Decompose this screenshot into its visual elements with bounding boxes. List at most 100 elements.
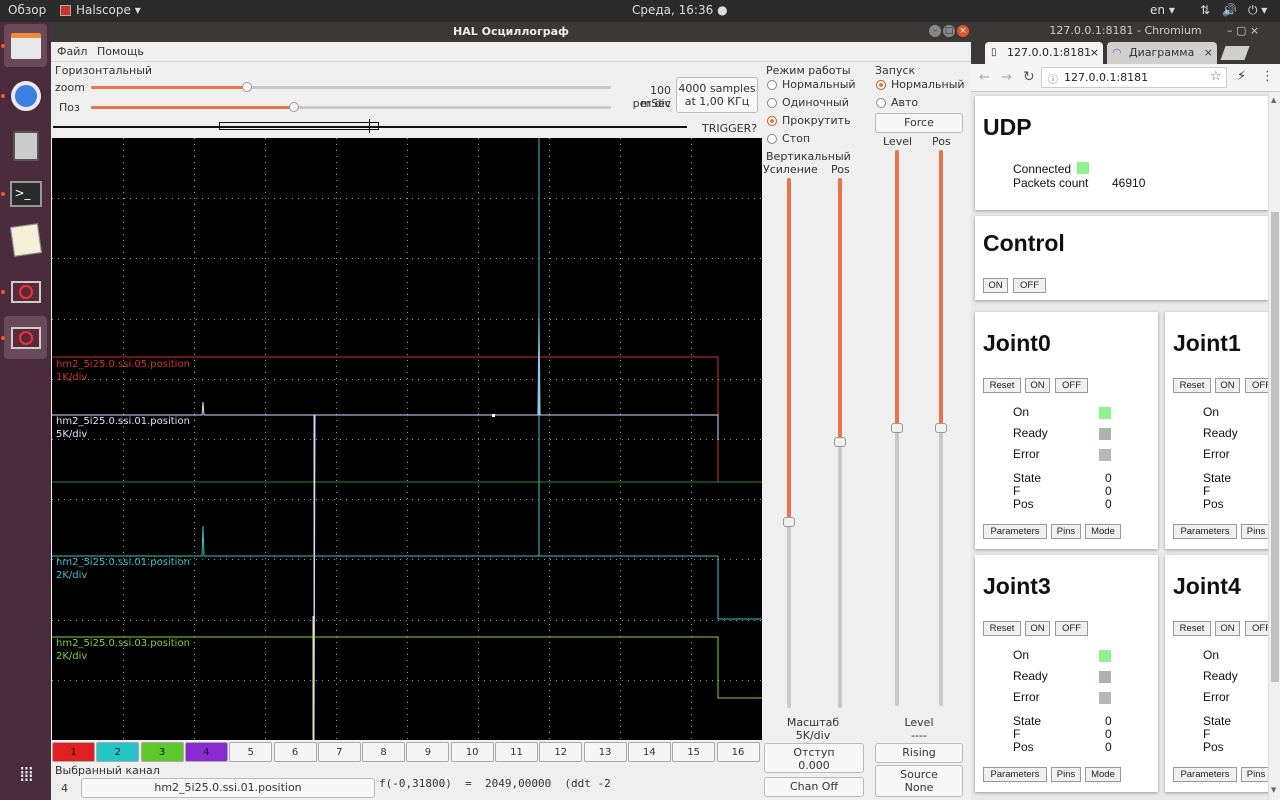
mode-single-label[interactable]: Одиночный <box>782 96 849 109</box>
run-normal-label[interactable]: Нормальный <box>891 78 965 91</box>
language-indicator[interactable]: en ▾ <box>1150 3 1175 17</box>
channel-button-1[interactable]: 1 <box>52 742 95 762</box>
channel-button-12[interactable]: 12 <box>539 742 583 762</box>
bookmark-star-icon[interactable]: ☆ <box>1210 69 1222 84</box>
blocked-app-icon[interactable] <box>4 270 47 313</box>
run-auto-radio[interactable] <box>876 98 886 108</box>
joint-off-button[interactable]: OFF <box>1245 378 1268 393</box>
joint-pins-button[interactable]: Pins <box>1051 767 1081 782</box>
channel-button-15[interactable]: 15 <box>672 742 716 762</box>
address-bar[interactable]: ⓘ 127.0.0.1:8181 ☆ <box>1041 67 1227 88</box>
menu-dots-icon[interactable]: ⋮ <box>1261 69 1274 84</box>
joint-parameters-button[interactable]: Parameters <box>1173 767 1237 782</box>
minimize-icon[interactable]: – <box>929 25 941 37</box>
menu-file[interactable]: Файл <box>57 45 87 58</box>
forward-icon[interactable]: → <box>1001 70 1012 85</box>
back-icon[interactable]: ← <box>979 70 990 85</box>
mode-roll-label[interactable]: Прокрутить <box>782 114 851 127</box>
network-icon[interactable]: ⇅ <box>1200 3 1210 17</box>
calculator-icon[interactable] <box>4 124 47 167</box>
chromium-icon[interactable] <box>4 74 47 117</box>
joint-reset-button[interactable]: Reset <box>1173 378 1211 393</box>
edge-button[interactable]: Rising <box>875 743 963 763</box>
joint-reset-button[interactable]: Reset <box>1173 621 1211 636</box>
mode-stop-radio[interactable] <box>767 134 777 144</box>
scope-display[interactable]: hm2_5i25.0.ssi.05.position 1K/div hm2_5i… <box>52 138 762 741</box>
chan-off-button[interactable]: Chan Off <box>764 777 864 797</box>
joint-parameters-button[interactable]: Parameters <box>1173 524 1237 539</box>
channel-button-16[interactable]: 16 <box>716 742 760 762</box>
browser-window-controls[interactable]: – ▢ × <box>1227 24 1259 37</box>
power-icon[interactable]: ⏻ ▾ <box>1248 3 1267 18</box>
new-tab-button[interactable] <box>1220 46 1250 60</box>
joint-mode-button[interactable]: Mode <box>1085 767 1121 782</box>
joint-pins-button[interactable]: Pins <box>1241 524 1268 539</box>
channel-button-4[interactable]: 4 <box>184 742 228 762</box>
joint-off-button[interactable]: OFF <box>1055 378 1088 393</box>
record-window-marker[interactable] <box>219 122 379 130</box>
source-button[interactable]: Source None <box>875 765 963 797</box>
channel-button-5[interactable]: 5 <box>229 742 273 762</box>
mode-stop-label[interactable]: Стоп <box>782 132 810 145</box>
files-icon[interactable] <box>4 24 47 67</box>
joint-pins-button[interactable]: Pins <box>1241 767 1268 782</box>
joint-pins-button[interactable]: Pins <box>1051 524 1081 539</box>
maximize-icon[interactable]: □ <box>943 25 955 37</box>
tab-diagram[interactable]: Диаграмма ◠ × <box>1107 42 1217 64</box>
joint-on-button[interactable]: ON <box>1215 621 1240 636</box>
channel-button-2[interactable]: 2 <box>96 742 140 762</box>
mode-normal-label[interactable]: Нормальный <box>782 78 856 91</box>
offset-button[interactable]: Отступ 0.000 <box>764 743 864 773</box>
trigger-pos-knob[interactable] <box>935 423 947 433</box>
vertical-scrollbar[interactable]: ▲ ▼ <box>1268 92 1280 800</box>
extension-icon[interactable]: ⚡ <box>1237 69 1246 84</box>
overview-button[interactable]: Обзор <box>8 3 46 17</box>
channel-button-14[interactable]: 14 <box>627 742 671 762</box>
joint-on-button[interactable]: ON <box>1025 621 1050 636</box>
joint-parameters-button[interactable]: Parameters <box>983 767 1047 782</box>
halscope-launcher-icon[interactable] <box>4 316 47 359</box>
selected-channel-name-button[interactable]: hm2_5i25.0.ssi.01.position <box>81 778 375 798</box>
samples-button[interactable]: 4000 samples at 1,00 КГц <box>676 77 758 113</box>
control-on-button[interactable]: ON <box>983 278 1008 293</box>
gain-slider-knob[interactable] <box>783 517 795 527</box>
reload-icon[interactable]: ↻ <box>1023 69 1035 85</box>
scrollbar-thumb[interactable] <box>1271 212 1279 682</box>
menu-help[interactable]: Помощь <box>97 45 144 58</box>
joint-mode-button[interactable]: Mode <box>1085 524 1121 539</box>
joint-on-button[interactable]: ON <box>1025 378 1050 393</box>
control-off-button[interactable]: OFF <box>1013 278 1046 293</box>
channel-button-7[interactable]: 7 <box>317 742 361 762</box>
show-apps-icon[interactable]: ⁞⁞⁞ <box>4 752 47 795</box>
mode-roll-radio[interactable] <box>767 116 777 126</box>
channel-button-10[interactable]: 10 <box>450 742 494 762</box>
channel-button-3[interactable]: 3 <box>140 742 184 762</box>
joint-on-button[interactable]: ON <box>1215 378 1240 393</box>
channel-button-6[interactable]: 6 <box>273 742 317 762</box>
zoom-slider-knob[interactable] <box>242 82 252 92</box>
tab-local[interactable]: 127.0.0.1:8181 ▯ × <box>985 42 1103 64</box>
vpos-slider-knob[interactable] <box>834 437 846 447</box>
run-normal-radio[interactable] <box>876 80 886 90</box>
joint-off-button[interactable]: OFF <box>1245 621 1268 636</box>
clock[interactable]: Среда, 16:36 ● <box>632 3 728 17</box>
mode-normal-radio[interactable] <box>767 80 777 90</box>
text-editor-icon[interactable] <box>4 218 47 261</box>
close-icon[interactable]: × <box>957 25 969 37</box>
channel-button-9[interactable]: 9 <box>406 742 450 762</box>
joint-reset-button[interactable]: Reset <box>983 378 1021 393</box>
terminal-icon[interactable]: >_ <box>4 172 47 215</box>
channel-button-13[interactable]: 13 <box>583 742 627 762</box>
mode-single-radio[interactable] <box>767 98 777 108</box>
joint-reset-button[interactable]: Reset <box>983 621 1021 636</box>
app-menu[interactable]: Halscope ▾ <box>76 3 141 17</box>
channel-button-11[interactable]: 11 <box>495 742 538 762</box>
volume-icon[interactable]: 🔊 <box>1222 3 1237 17</box>
trigger-level-knob[interactable] <box>891 423 903 433</box>
joint-parameters-button[interactable]: Parameters <box>983 524 1047 539</box>
run-auto-label[interactable]: Авто <box>891 96 918 109</box>
pos-slider-knob[interactable] <box>288 102 299 112</box>
channel-button-8[interactable]: 8 <box>362 742 406 762</box>
joint-off-button[interactable]: OFF <box>1055 621 1088 636</box>
info-icon[interactable]: ⓘ <box>1048 71 1058 86</box>
